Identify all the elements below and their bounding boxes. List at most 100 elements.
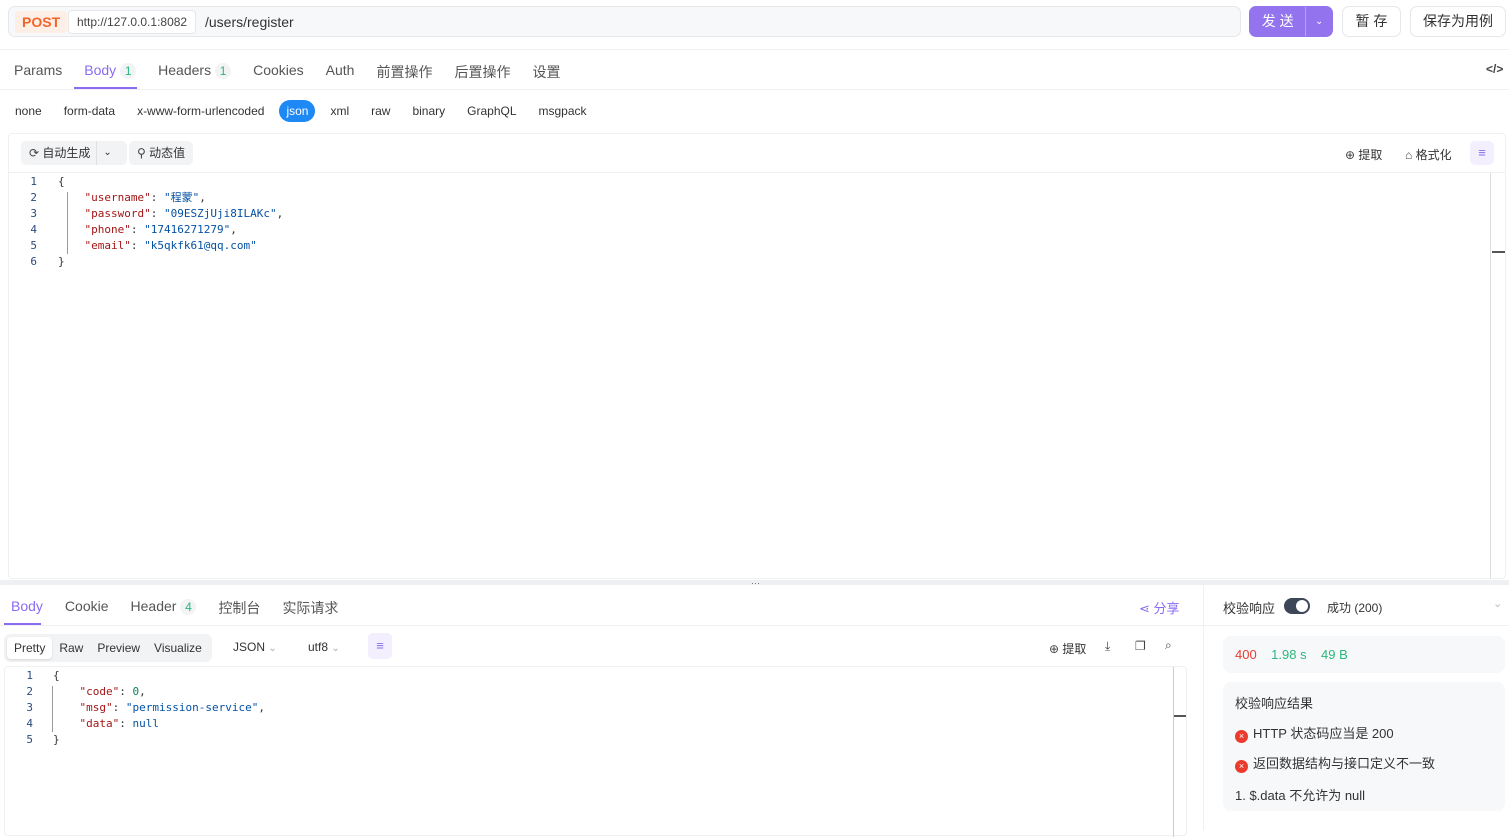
response-tabs: Body Cookie Header 4 控制台 实际请求	[0, 598, 349, 618]
tab-params[interactable]: Params	[3, 62, 73, 82]
chevron-down-icon[interactable]: ⌄	[1305, 7, 1332, 36]
response-size: 49 B	[1321, 647, 1348, 662]
format-button[interactable]: ⌂ 格式化	[1405, 146, 1452, 163]
body-type-binary[interactable]: binary	[401, 100, 456, 122]
error-text: HTTP 状态码应当是 200	[1253, 726, 1394, 741]
view-raw[interactable]: Raw	[52, 637, 90, 659]
view-mode-selector: Pretty Raw Preview Visualize	[4, 634, 212, 662]
upload-circle-icon: ⊕	[1345, 148, 1356, 162]
tab-label: Header	[130, 598, 177, 614]
auto-generate-button[interactable]: ⟳ 自动生成 ⌄	[21, 141, 127, 165]
validation-error: × 返回数据结构与接口定义不一致	[1235, 753, 1493, 785]
send-button[interactable]: 发 送 ⌄	[1249, 6, 1333, 37]
format-value: JSON	[233, 640, 266, 654]
copy-icon[interactable]: ❐	[1135, 639, 1146, 653]
search-icon[interactable]: ⌕	[1165, 638, 1172, 653]
share-icon: ⋖	[1139, 601, 1150, 616]
validate-response-label: 校验响应	[1223, 601, 1276, 616]
body-type-raw[interactable]: raw	[360, 100, 401, 122]
extract-label: 提取	[1358, 148, 1383, 162]
count-badge: 4	[180, 599, 197, 615]
auto-generate-label: 自动生成	[42, 146, 91, 160]
body-type-msgpack[interactable]: msgpack	[528, 100, 598, 122]
chevron-down-icon: ⌄	[268, 643, 277, 654]
response-json[interactable]: { "code": 0, "msg": "permission-service"…	[53, 668, 265, 748]
tab-label: 控制台	[218, 600, 261, 616]
extract-button[interactable]: ⊕ 提取	[1345, 146, 1382, 163]
body-type-json[interactable]: json	[279, 100, 316, 122]
response-extract-button[interactable]: ⊕ 提取	[1049, 640, 1086, 657]
save-as-case-button[interactable]: 保存为用例	[1410, 6, 1506, 37]
share-label: 分享	[1153, 601, 1180, 616]
validation-detail: 1. $.data 不允许为 null	[1235, 788, 1366, 803]
path-input[interactable]: /users/register	[205, 14, 294, 30]
tab-auth[interactable]: Auth	[315, 62, 366, 82]
format-select[interactable]: JSON ⌄	[233, 640, 277, 654]
tab-label: Body	[84, 62, 117, 78]
share-button[interactable]: ⋖ 分享	[1139, 598, 1180, 617]
tab-response-cookie[interactable]: Cookie	[54, 598, 120, 618]
response-body-viewer: 12345 { "code": 0, "msg": "permission-se…	[4, 666, 1187, 837]
tab-label: Cookies	[253, 62, 304, 78]
validate-response-toggle[interactable]	[1284, 598, 1310, 614]
drag-dots-icon[interactable]: ···	[751, 578, 760, 588]
scrollbar[interactable]	[1490, 173, 1491, 578]
base-url[interactable]: http://127.0.0.1:8082	[68, 10, 197, 34]
tab-cookies[interactable]: Cookies	[242, 62, 315, 82]
count-badge: 1	[120, 63, 137, 79]
tab-settings[interactable]: 设置	[521, 62, 571, 82]
tab-label: 前置操作	[376, 64, 433, 80]
tab-label: Headers	[158, 62, 212, 78]
tab-pre-ops[interactable]: 前置操作	[365, 62, 443, 82]
view-visualize[interactable]: Visualize	[147, 637, 209, 659]
tab-actual-request[interactable]: 实际请求	[271, 598, 349, 618]
view-pretty[interactable]: Pretty	[7, 637, 53, 659]
status-code: 400	[1235, 647, 1257, 662]
tab-post-ops[interactable]: 后置操作	[443, 62, 521, 82]
tab-response-header[interactable]: Header 4	[120, 598, 208, 618]
request-json[interactable]: { "username": "程蒙", "password": "09ESZjU…	[58, 174, 283, 270]
send-label[interactable]: 发 送	[1250, 7, 1305, 36]
body-type-urlencoded[interactable]: x-www-form-urlencoded	[126, 100, 275, 122]
validation-title: 校验响应结果	[1235, 696, 1314, 711]
response-time: 1.98 s	[1271, 647, 1307, 662]
body-type-xml[interactable]: xml	[319, 100, 360, 122]
tab-response-body[interactable]: Body	[0, 598, 54, 618]
tab-console[interactable]: 控制台	[207, 598, 271, 618]
magic-wand-icon: ⚲	[137, 146, 146, 160]
method-select[interactable]: POST	[15, 11, 68, 33]
wrap-lines-icon[interactable]: ≡	[1470, 141, 1494, 165]
encoding-value: utf8	[308, 640, 329, 654]
chevron-down-icon[interactable]: ⌄	[1493, 597, 1502, 610]
url-bar[interactable]: POST http://127.0.0.1:8082 /users/regist…	[8, 6, 1241, 37]
body-type-form-data[interactable]: form-data	[53, 100, 126, 122]
refresh-icon: ⟳	[29, 146, 40, 160]
request-body-editor: ⟳ 自动生成 ⌄ ⚲ 动态值 ⊕ 提取 ⌂ 格式化 ≡ 123456 { "us…	[8, 133, 1506, 579]
body-type-graphql[interactable]: GraphQL	[456, 100, 527, 122]
tab-headers[interactable]: Headers 1	[147, 62, 242, 82]
tab-body[interactable]: Body 1	[73, 62, 147, 82]
view-preview[interactable]: Preview	[90, 637, 147, 659]
format-icon: ⌂	[1405, 148, 1413, 162]
dynamic-value-label: 动态值	[149, 146, 186, 160]
encoding-select[interactable]: utf8 ⌄	[308, 640, 340, 654]
error-icon: ×	[1235, 760, 1248, 773]
validation-results: 校验响应结果 × HTTP 状态码应当是 200 × 返回数据结构与接口定义不一致 …	[1223, 682, 1505, 811]
download-icon[interactable]: ⤓	[1105, 639, 1110, 654]
line-numbers: 123456	[30, 175, 37, 268]
body-type-none[interactable]: none	[4, 100, 53, 122]
body-type-selector: none form-data x-www-form-urlencoded jso…	[4, 100, 598, 122]
error-text: 返回数据结构与接口定义不一致	[1253, 756, 1436, 771]
scrollbar[interactable]	[1173, 667, 1174, 837]
dynamic-value-button[interactable]: ⚲ 动态值	[129, 141, 194, 165]
count-badge: 1	[215, 63, 232, 79]
expected-response-select[interactable]: 成功 (200)	[1327, 599, 1382, 616]
wrap-lines-icon[interactable]: ≡	[368, 633, 392, 659]
tab-label: Body	[11, 598, 43, 614]
tab-label: 后置操作	[454, 64, 511, 80]
save-draft-button[interactable]: 暂 存	[1342, 6, 1401, 37]
tab-label: Params	[14, 62, 63, 78]
chevron-down-icon[interactable]: ⌄	[97, 141, 117, 165]
code-icon[interactable]: </>	[1486, 62, 1503, 76]
tab-label: Cookie	[64, 598, 109, 614]
